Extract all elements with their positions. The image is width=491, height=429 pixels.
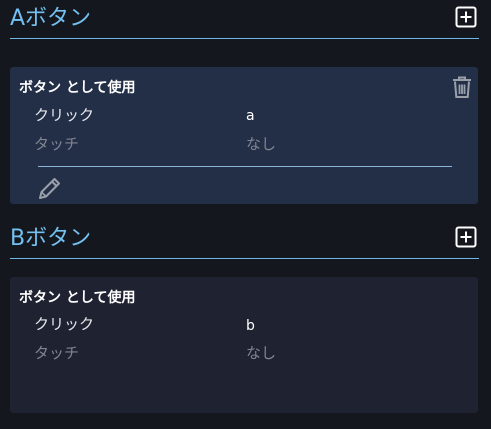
touch-label: タッチ (34, 135, 80, 153)
mapping-card-a[interactable]: ボタン として使用 クリック a タッチ なし (10, 67, 478, 204)
section-header-a: Aボタン (10, 0, 479, 39)
card-title: ボタン として使用 (19, 80, 136, 96)
pencil-icon[interactable] (37, 175, 63, 201)
section-title-a: Aボタン (10, 6, 92, 31)
touch-label: タッチ (34, 344, 80, 362)
button-mapping-panel: Aボタン ボタン として使用 クリック a タッチ なし Bボタン ボタン とし… (0, 0, 491, 429)
click-value: a (246, 108, 255, 124)
touch-value: なし (246, 344, 277, 362)
card-title: ボタン として使用 (19, 290, 136, 306)
click-label: クリック (34, 315, 95, 333)
touch-value: なし (246, 135, 277, 153)
section-header-b: Bボタン (10, 220, 479, 259)
mapping-card-b[interactable]: ボタン として使用 クリック b タッチ なし (10, 277, 478, 413)
trash-icon[interactable] (451, 75, 473, 99)
card-divider (38, 166, 452, 167)
section-title-b: Bボタン (10, 226, 92, 251)
click-label: クリック (34, 106, 95, 124)
click-value: b (246, 318, 255, 334)
add-box-icon[interactable] (455, 6, 477, 28)
add-box-icon[interactable] (455, 226, 477, 248)
